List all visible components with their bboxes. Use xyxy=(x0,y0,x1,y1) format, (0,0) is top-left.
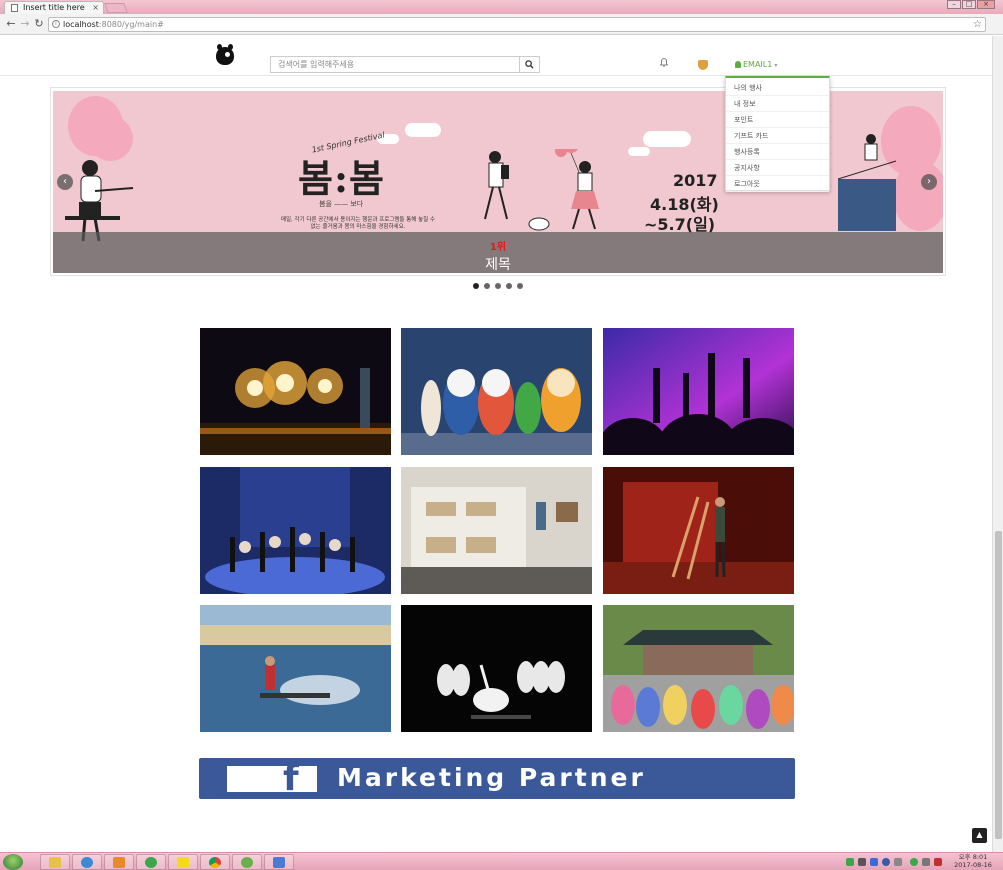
spring-taskbar-button[interactable] xyxy=(232,854,262,870)
ballet-dancer-image[interactable] xyxy=(401,605,592,732)
site-header: EMAIL1▾ xyxy=(0,36,992,76)
system-tray xyxy=(838,854,948,870)
maximize-icon[interactable]: □ xyxy=(962,0,976,9)
fireworks-image[interactable] xyxy=(200,328,391,455)
cloud-illustration xyxy=(643,131,691,147)
browser-tab[interactable]: Insert title here × xyxy=(4,1,104,14)
chevron-left-icon: ‹ xyxy=(63,176,67,187)
scrollbar-thumb[interactable] xyxy=(995,531,1002,839)
back-arrow-icon[interactable]: ← xyxy=(4,17,18,31)
tray-icon[interactable] xyxy=(882,858,890,866)
url-path: :8080/yg/main# xyxy=(98,20,164,29)
next-slide-button[interactable]: › xyxy=(921,174,937,190)
browser-tab-bar: Insert title here × – □ × xyxy=(0,0,1003,14)
address-bar[interactable]: i localhost:8080/yg/main# ☆ xyxy=(48,17,986,32)
chevron-down-icon: ▾ xyxy=(774,62,778,69)
search-button[interactable] xyxy=(519,56,540,73)
clock-time: 오후 8:01 xyxy=(958,853,988,861)
tray-icon[interactable] xyxy=(858,858,866,866)
explorer-taskbar-button[interactable] xyxy=(40,854,70,870)
bookmark-star-icon[interactable]: ☆ xyxy=(973,18,982,31)
editor-taskbar-button[interactable] xyxy=(264,854,294,870)
tray-icon[interactable] xyxy=(922,858,930,866)
badge-icon[interactable] xyxy=(698,60,708,70)
window-controls: – □ × xyxy=(947,0,995,9)
chrome-taskbar-button[interactable] xyxy=(200,854,230,870)
tray-icon[interactable] xyxy=(910,858,918,866)
user-menu-toggle[interactable]: EMAIL1 ▾ xyxy=(735,60,777,69)
menu-item-gift-card[interactable]: 기프트 카드 xyxy=(726,128,829,144)
close-window-icon[interactable]: × xyxy=(977,0,995,9)
chevron-up-icon: ▲ xyxy=(976,830,983,839)
browser-toolbar: ← → ↻ i localhost:8080/yg/main# ☆ xyxy=(0,14,1003,35)
ie-taskbar-button[interactable] xyxy=(72,854,102,870)
user-dropdown-menu: 나의 행사 내 정보 포인트 기프트 카드 행사등록 공지사항 로그아웃 xyxy=(725,76,830,192)
menu-item-points[interactable]: 포인트 xyxy=(726,112,829,128)
os-taskbar: 오후 8:01 2017-08-16 xyxy=(0,852,1003,870)
tab-title: Insert title here xyxy=(23,3,85,12)
carousel-indicators xyxy=(473,283,523,289)
banner-title: 봄:봄 xyxy=(298,156,385,201)
concert-crowd-image[interactable] xyxy=(603,328,794,455)
menu-item-register-event[interactable]: 행사등록 xyxy=(726,144,829,160)
water-sports-image[interactable] xyxy=(200,605,391,732)
bell-icon[interactable] xyxy=(659,58,669,70)
marketing-partner-label: Marketing Partner xyxy=(337,763,646,792)
menu-item-my-info[interactable]: 내 정보 xyxy=(726,96,829,112)
info-icon[interactable]: i xyxy=(52,20,60,28)
start-button[interactable] xyxy=(3,854,23,870)
menu-item-logout[interactable]: 로그아웃 xyxy=(726,176,829,192)
forward-arrow-icon[interactable]: → xyxy=(18,17,32,31)
menu-item-my-events[interactable]: 나의 행사 xyxy=(726,80,829,96)
clock-date: 2017-08-16 xyxy=(954,861,992,869)
marketing-partner-banner[interactable]: f Marketing Partner xyxy=(199,758,795,799)
prev-slide-button[interactable]: ‹ xyxy=(57,174,73,190)
search-input[interactable] xyxy=(270,56,519,73)
tray-icon[interactable] xyxy=(870,858,878,866)
walking-couple-illustration xyxy=(484,149,599,231)
url-host: localhost xyxy=(63,20,99,29)
banner-description: 매일, 각기 다른 공간에서 용이지는 행운과 프로그램들 통해 놓칠 수 없는… xyxy=(280,217,436,230)
carousel-dot[interactable] xyxy=(484,283,490,289)
banner-subtitle: 봄을 —— 보다 xyxy=(319,200,364,208)
rank-label: 1위 xyxy=(489,242,507,253)
facebook-logo-letter: f xyxy=(283,758,299,799)
media-taskbar-button[interactable] xyxy=(104,854,134,870)
site-logo[interactable] xyxy=(216,44,234,65)
tray-icon[interactable] xyxy=(894,858,902,866)
tower-illustration xyxy=(838,134,897,231)
carousel-dot[interactable] xyxy=(506,283,512,289)
document-icon xyxy=(11,4,18,12)
banner-year: 2017 xyxy=(673,171,718,190)
scroll-to-top-button[interactable]: ▲ xyxy=(972,828,987,843)
taskbar-clock[interactable]: 오후 8:01 2017-08-16 xyxy=(950,853,996,869)
facebook-logo-icon: f xyxy=(227,759,317,799)
cloud-illustration xyxy=(405,123,441,137)
art-exhibition-image[interactable] xyxy=(401,467,592,594)
carousel-dot[interactable] xyxy=(473,283,479,289)
tray-icon[interactable] xyxy=(934,858,942,866)
slide-caption: 제목 xyxy=(485,257,511,273)
kakaotalk-taskbar-button[interactable] xyxy=(168,854,198,870)
kids-characters-image[interactable] xyxy=(401,328,592,455)
reload-icon[interactable]: ↻ xyxy=(32,17,46,31)
hanbok-dance-image[interactable] xyxy=(603,605,794,732)
tree-illustration xyxy=(893,161,943,231)
chevron-right-icon: › xyxy=(927,176,931,187)
menu-item-notices[interactable]: 공지사항 xyxy=(726,160,829,176)
carousel-dot[interactable] xyxy=(495,283,501,289)
ballet-performance-image[interactable] xyxy=(200,467,391,594)
page-scrollbar[interactable] xyxy=(992,36,1003,852)
carousel-dot[interactable] xyxy=(517,283,523,289)
search-icon xyxy=(525,60,534,69)
tray-icon[interactable] xyxy=(846,858,854,866)
user-icon xyxy=(735,61,741,68)
minimize-icon[interactable]: – xyxy=(947,0,961,9)
tree-illustration xyxy=(88,116,133,161)
close-tab-icon[interactable]: × xyxy=(92,2,99,14)
user-email: EMAIL1 xyxy=(743,60,773,69)
new-tab-button[interactable] xyxy=(104,3,128,13)
app-taskbar-button[interactable] xyxy=(136,854,166,870)
theater-stage-image[interactable] xyxy=(603,467,794,594)
